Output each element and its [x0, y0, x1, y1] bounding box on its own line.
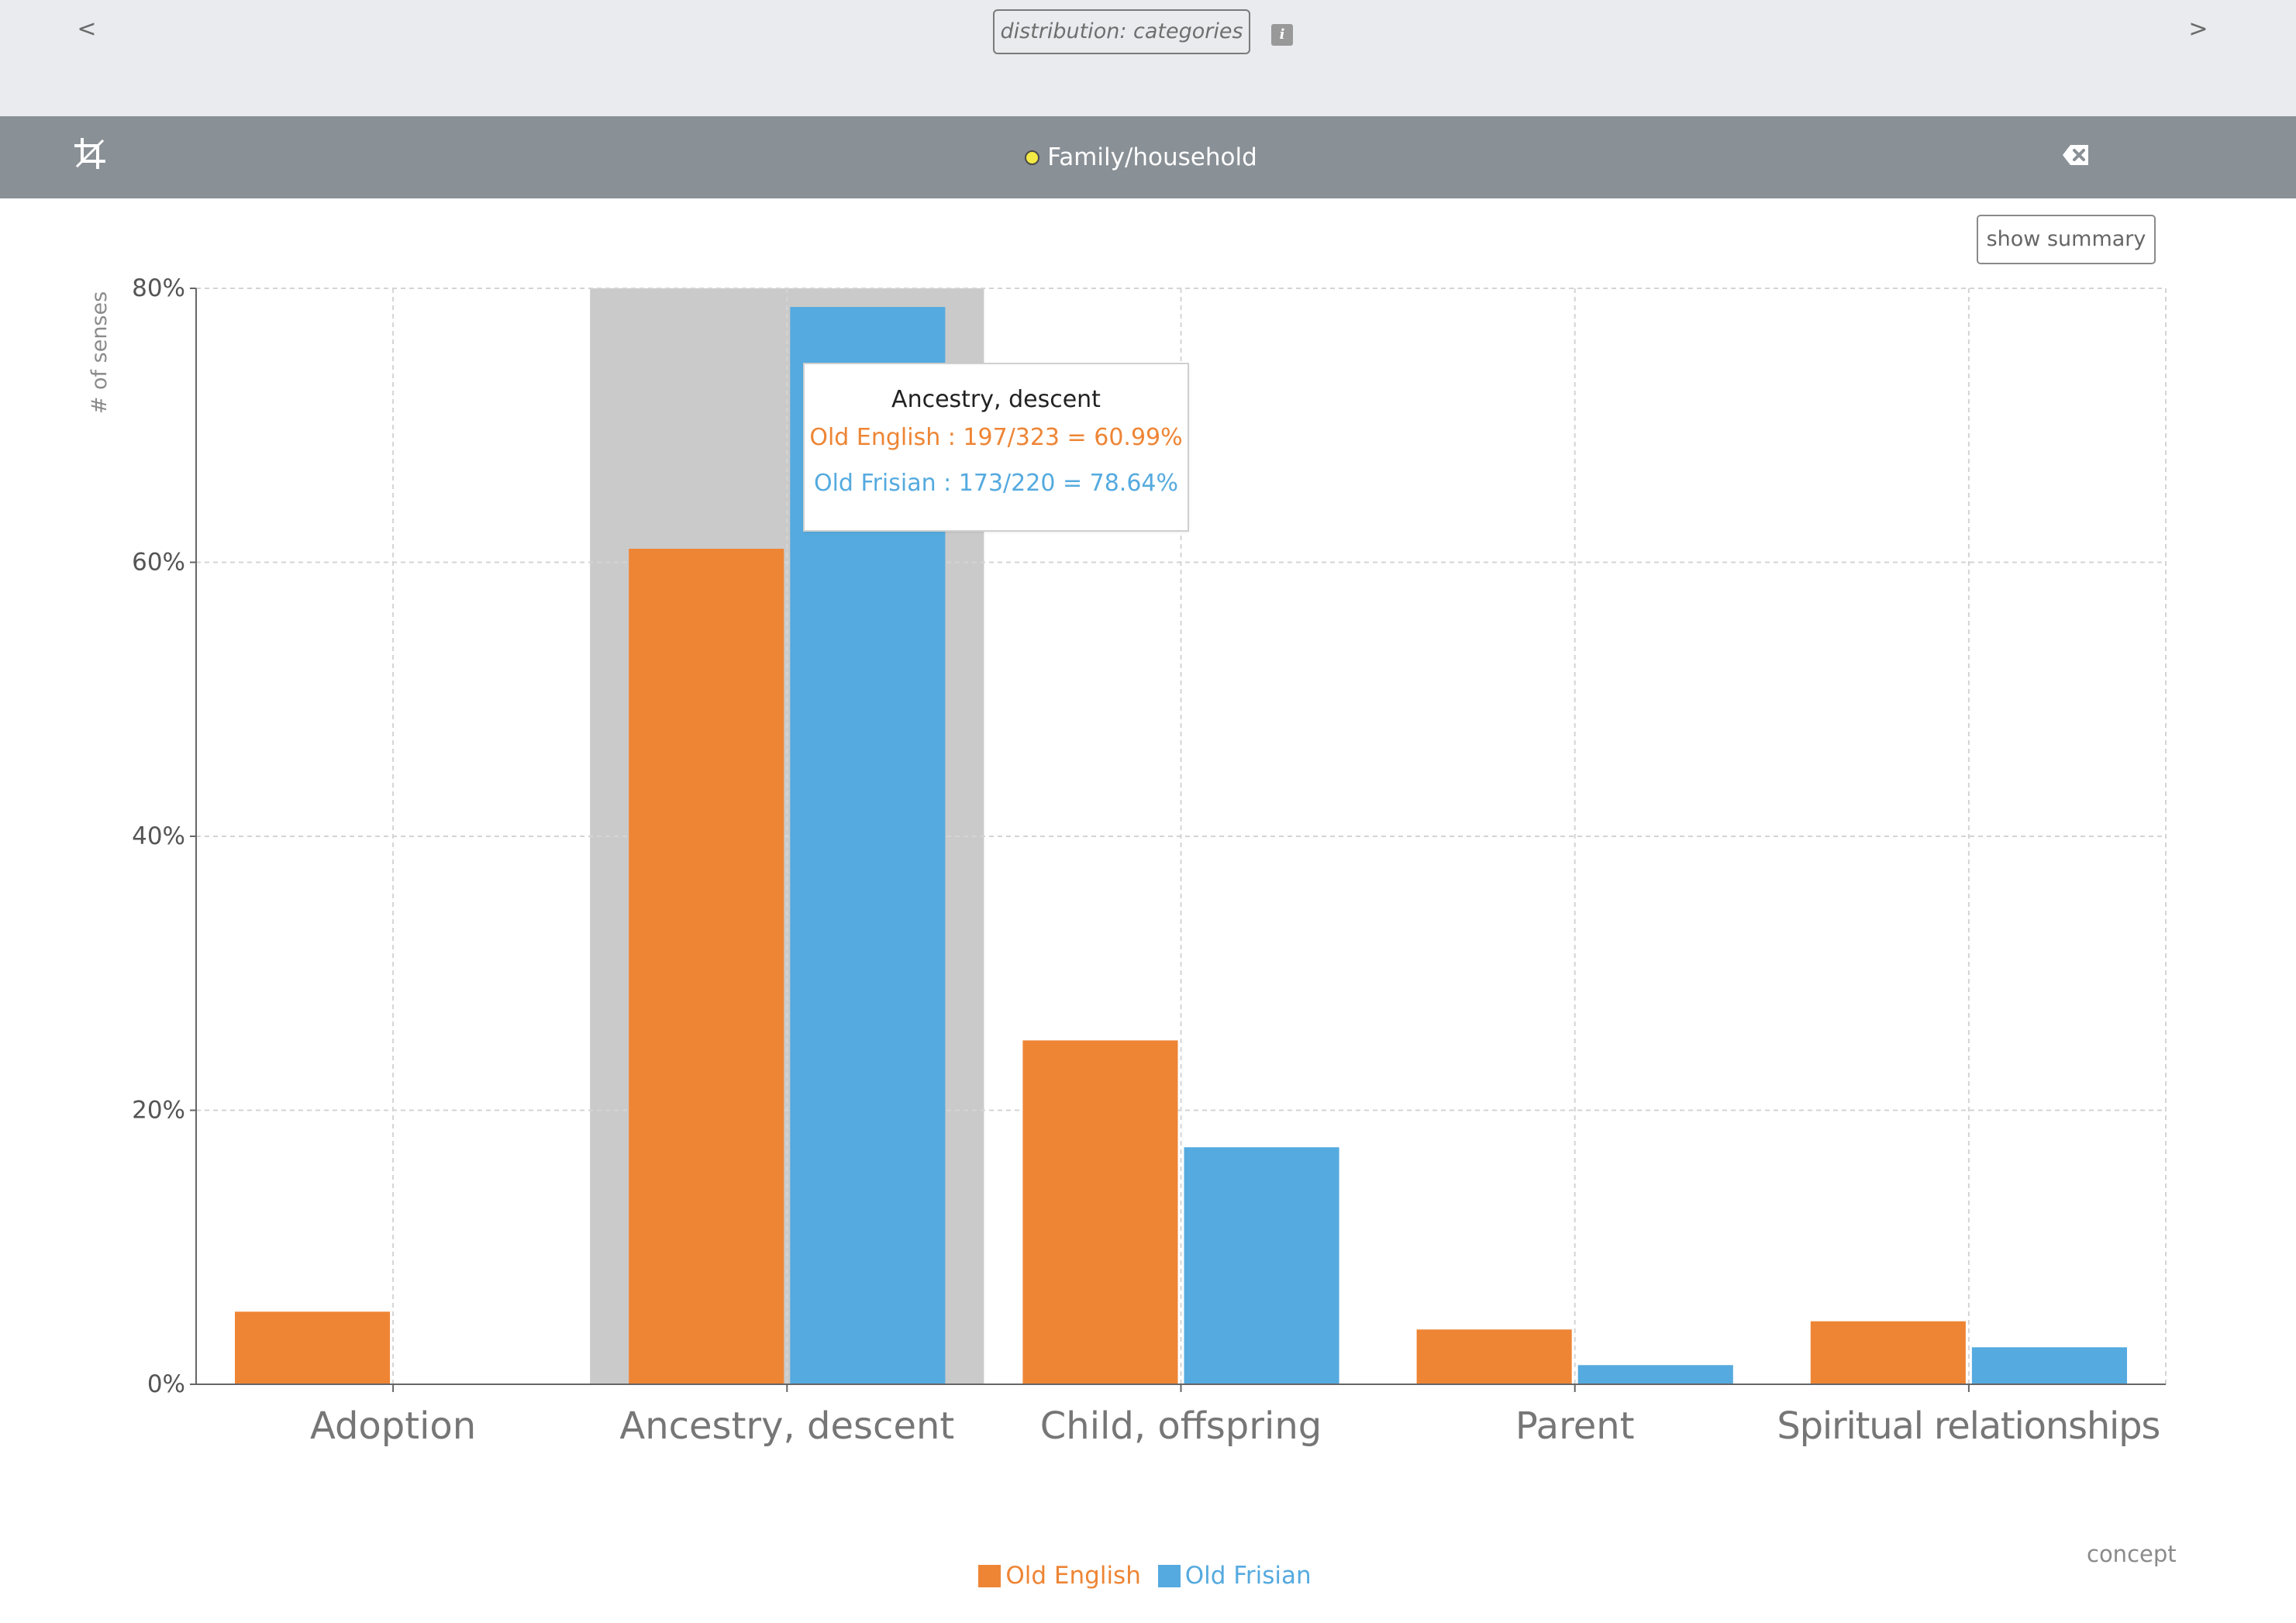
y-tick-label: 0%: [147, 1370, 185, 1398]
x-tick-label: Ancestry, descent: [619, 1404, 954, 1448]
legend-item-old-frisian[interactable]: Old Frisian: [1157, 1560, 1312, 1591]
bar-old-frisian[interactable]: [1577, 1365, 1733, 1384]
chart-legend: Old English Old Frisian: [0, 1560, 2293, 1595]
y-tick-label: 20%: [132, 1097, 185, 1125]
legend-item-old-english[interactable]: Old English: [978, 1560, 1141, 1591]
bar-old-frisian[interactable]: [1184, 1147, 1339, 1384]
tooltip-title: Ancestry, descent: [891, 386, 1101, 413]
y-tick-label: 60%: [132, 549, 185, 577]
tooltip-old-english-value: Old English : 197/323 = 60.99%: [809, 424, 1183, 451]
x-tick-label: Parent: [1515, 1404, 1635, 1448]
y-tick-label: 40%: [132, 822, 185, 850]
y-tick-label: 80%: [132, 274, 185, 302]
bar-old-english[interactable]: [1416, 1329, 1572, 1384]
chart-tooltip: Ancestry, descent Old English : 197/323 …: [803, 363, 1189, 532]
legend-swatch: [978, 1564, 1001, 1587]
bar-chart: 0% 20% 40% 60% 80% Adoption Ancestry, descent C…: [88, 274, 2167, 1448]
x-axis-title: concept: [2087, 1541, 2177, 1567]
legend-swatch: [1157, 1564, 1181, 1587]
bar-old-english[interactable]: [629, 549, 784, 1385]
x-tick-label: Adoption: [310, 1404, 476, 1448]
legend-label: Old Frisian: [1184, 1562, 1312, 1590]
x-tick-label: Child, offspring: [1040, 1404, 1322, 1448]
bar-old-english[interactable]: [235, 1311, 391, 1384]
legend-label: Old English: [1005, 1562, 1141, 1590]
tooltip-old-frisian-value: Old Frisian : 173/220 = 78.64%: [813, 470, 1179, 497]
x-tick-label: Spiritual relationships: [1777, 1404, 2160, 1448]
bar-old-english[interactable]: [1022, 1040, 1178, 1384]
bar-old-english[interactable]: [1810, 1321, 1966, 1384]
bar-old-frisian[interactable]: [1971, 1347, 2127, 1384]
y-axis-title: # of senses: [88, 291, 112, 414]
